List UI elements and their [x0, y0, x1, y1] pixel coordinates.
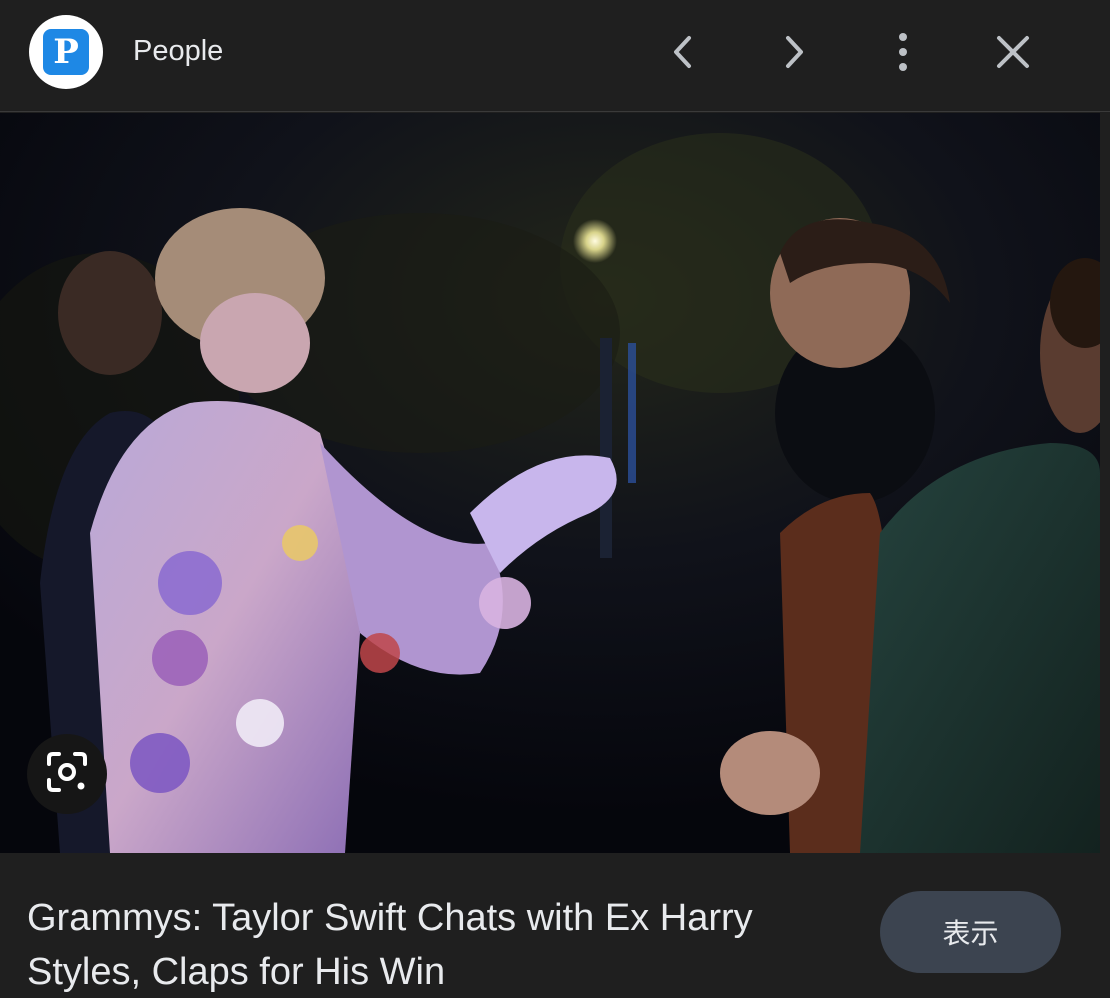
google-lens-icon — [45, 750, 89, 799]
more-vert-icon — [897, 32, 909, 72]
site-logo[interactable]: P — [29, 15, 103, 89]
site-logo-letter: P — [53, 32, 79, 72]
viewer-footer: Grammys: Taylor Swift Chats with Ex Harr… — [0, 853, 1110, 998]
article-headline[interactable]: Grammys: Taylor Swift Chats with Ex Harr… — [27, 891, 847, 998]
previous-button[interactable] — [657, 26, 709, 78]
viewer-header: P People — [0, 0, 1110, 112]
lens-search-button[interactable] — [27, 734, 107, 814]
photo-scene — [0, 113, 1100, 853]
chevron-left-icon — [668, 34, 698, 70]
image-viewer: P People Grammys: Taylor Swift Chats wit… — [0, 0, 1110, 998]
site-logo-badge: P — [43, 29, 89, 75]
preview-image[interactable] — [0, 113, 1100, 853]
site-name[interactable]: People — [133, 33, 223, 69]
more-options-button[interactable] — [877, 26, 929, 78]
chevron-right-icon — [779, 34, 809, 70]
view-button[interactable]: 表示 — [880, 891, 1061, 973]
close-button[interactable] — [987, 26, 1039, 78]
close-icon — [995, 34, 1031, 70]
next-button[interactable] — [768, 26, 820, 78]
